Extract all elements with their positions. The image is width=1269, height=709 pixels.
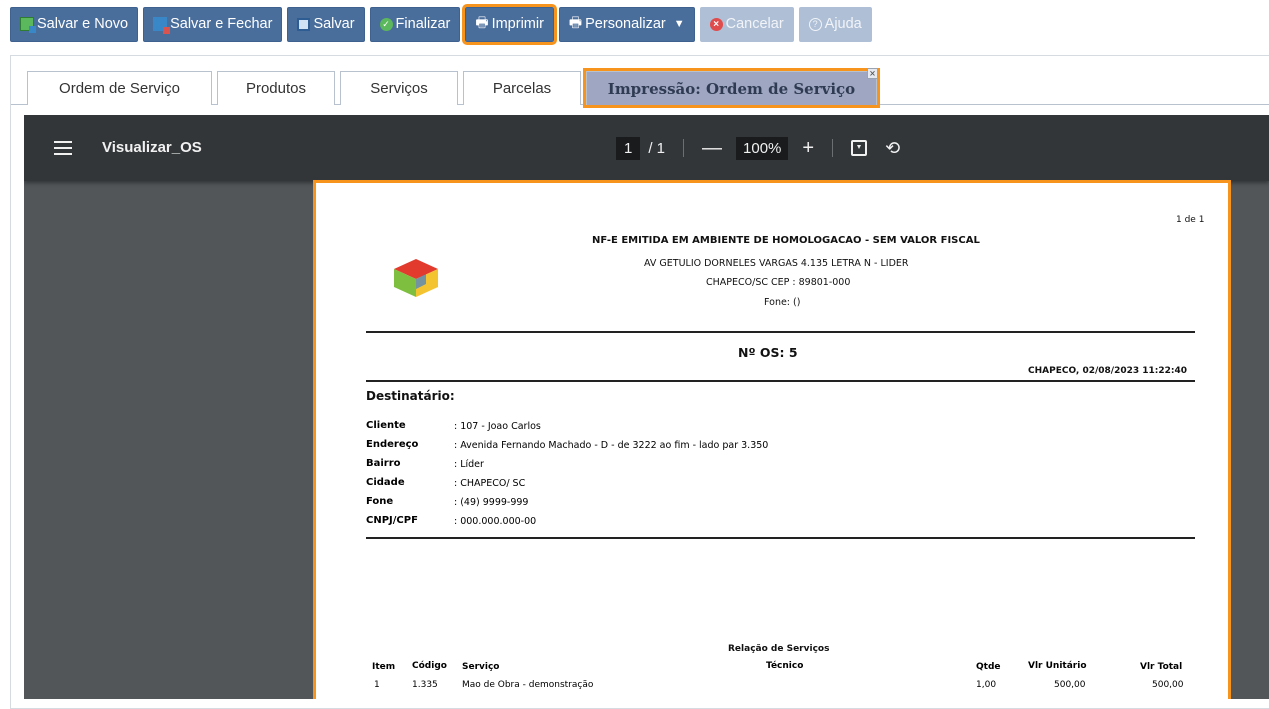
action-toolbar: Salvar e Novo Salvar e Fechar Salvar ✓ F… <box>10 3 877 45</box>
menu-icon[interactable] <box>54 141 72 159</box>
print-button[interactable]: 🖶 Imprimir <box>462 3 557 45</box>
city-label: Cidade <box>366 477 405 488</box>
row-service: Mao de Obra - demonstração <box>462 680 594 690</box>
separator <box>832 139 834 157</box>
column-quantity: Qtde <box>976 662 1001 672</box>
row-unit-price: 500,00 <box>1054 680 1086 690</box>
cancel-button[interactable]: × Cancelar <box>699 6 794 42</box>
tab-label: Ordem de Serviço <box>59 80 180 97</box>
services-title: Relação de Serviços <box>728 644 830 654</box>
fit-page-icon[interactable] <box>851 140 868 156</box>
tab-label: Produtos <box>245 80 307 97</box>
divider <box>366 331 1195 333</box>
address-value: : Avenida Fernando Machado - D - de 3222… <box>454 440 769 451</box>
tab-label: Impressão: Ordem de Serviço <box>607 79 856 98</box>
pdf-toolbar: Visualizar_OS 1 / 1 — 100% + ⟲ <box>24 115 1269 181</box>
pdf-page: 1 de 1 NF-E EMITIDA EM AMBIENTE DE HOMOL… <box>313 180 1231 699</box>
recipient-title: Destinatário: <box>366 389 455 403</box>
phone-value: : (49) 9999-999 <box>454 497 529 508</box>
company-phone: Fone: () <box>764 297 801 308</box>
tab-services[interactable]: Serviços <box>340 71 458 105</box>
page-count: 1 de 1 <box>1176 215 1205 225</box>
tab-installments[interactable]: Parcelas <box>463 71 581 105</box>
column-item: Item <box>372 662 396 672</box>
close-document-icon <box>153 17 171 34</box>
date-place: CHAPECO, 02/08/2023 11:22:40 <box>1028 366 1188 376</box>
cancel-label: Cancelar <box>725 16 784 32</box>
column-service: Serviço <box>462 662 500 672</box>
column-technician: Técnico <box>766 661 804 671</box>
save-and-close-button[interactable]: Salvar e Fechar <box>143 6 283 42</box>
save-and-close-label: Salvar e Fechar <box>170 16 273 32</box>
tab-label: Serviços <box>370 80 428 97</box>
zoom-level-input[interactable]: 100% <box>736 136 789 160</box>
customize-dropdown-button[interactable]: 🖶 Personalizar ▼ <box>558 6 695 42</box>
phone-label: Fone <box>366 496 394 507</box>
address-label: Endereço <box>366 439 419 450</box>
row-code: 1.335 <box>412 680 438 690</box>
zoom-in-icon[interactable]: + <box>802 138 814 158</box>
save-label: Salvar <box>313 16 355 32</box>
finish-label: Finalizar <box>395 16 451 32</box>
company-city-cep: CHAPECO/SC CEP : 89801-000 <box>706 277 851 288</box>
cancel-icon: × <box>709 17 723 31</box>
printer-icon: 🖶 <box>475 14 489 30</box>
city-value: : CHAPECO/ SC <box>454 478 526 489</box>
new-document-icon <box>20 17 36 33</box>
tab-bar: Ordem de Serviço Produtos Serviços Parce… <box>27 68 882 108</box>
help-button[interactable]: ? Ajuda <box>798 6 872 42</box>
pdf-controls: 1 / 1 — 100% + ⟲ <box>616 135 900 161</box>
printer-icon: 🖶 <box>568 14 583 30</box>
pdf-title: Visualizar_OS <box>102 139 202 156</box>
close-icon[interactable]: × <box>867 68 878 79</box>
client-value: : 107 - Joao Carlos <box>454 421 541 432</box>
customize-label: Personalizar <box>585 16 666 32</box>
row-quantity: 1,00 <box>976 680 997 690</box>
company-logo <box>394 259 438 297</box>
rotate-icon[interactable]: ⟲ <box>885 138 900 159</box>
separator <box>683 139 685 157</box>
save-and-new-label: Salvar e Novo <box>37 16 129 32</box>
column-code: Código <box>412 661 447 671</box>
document-header: NF-E EMITIDA EM AMBIENTE DE HOMOLOGACAO … <box>592 235 980 246</box>
tab-products[interactable]: Produtos <box>217 71 335 105</box>
save-and-new-button[interactable]: Salvar e Novo <box>10 6 139 42</box>
zoom-out-icon[interactable]: — <box>702 138 722 158</box>
tab-service-order[interactable]: Ordem de Serviço <box>27 71 212 105</box>
district-value: : Líder <box>454 459 484 470</box>
print-label: Imprimir <box>491 16 544 32</box>
district-label: Bairro <box>366 458 401 469</box>
save-button[interactable]: Salvar <box>287 6 365 42</box>
client-label: Cliente <box>366 420 406 431</box>
company-address: AV GETULIO DORNELES VARGAS 4.135 LETRA N… <box>644 258 909 269</box>
document-id-value: : 000.000.000-00 <box>454 516 537 527</box>
tab-print-service-order[interactable]: Impressão: Ordem de Serviço × <box>583 68 880 108</box>
tab-label: Parcelas <box>492 80 552 97</box>
row-total: 500,00 <box>1152 680 1184 690</box>
help-label: Ajuda <box>824 16 862 32</box>
finish-button[interactable]: ✓ Finalizar <box>369 6 461 42</box>
page-number-input[interactable]: 1 <box>616 136 641 160</box>
help-icon: ? <box>808 17 822 31</box>
page-total: / 1 <box>648 139 666 157</box>
os-number: Nº OS: 5 <box>738 345 798 360</box>
document-id-label: CNPJ/CPF <box>366 515 418 526</box>
column-unit-price: Vlr Unitário <box>1028 661 1087 671</box>
divider <box>366 380 1195 382</box>
column-total: Vlr Total <box>1140 662 1183 672</box>
row-item: 1 <box>374 680 380 690</box>
divider <box>366 537 1195 539</box>
pdf-viewer: Visualizar_OS 1 / 1 — 100% + ⟲ 1 de 1 NF… <box>24 115 1269 699</box>
check-circle-icon: ✓ <box>379 17 393 31</box>
chevron-down-icon: ▼ <box>673 18 685 30</box>
floppy-disk-icon <box>297 17 311 31</box>
